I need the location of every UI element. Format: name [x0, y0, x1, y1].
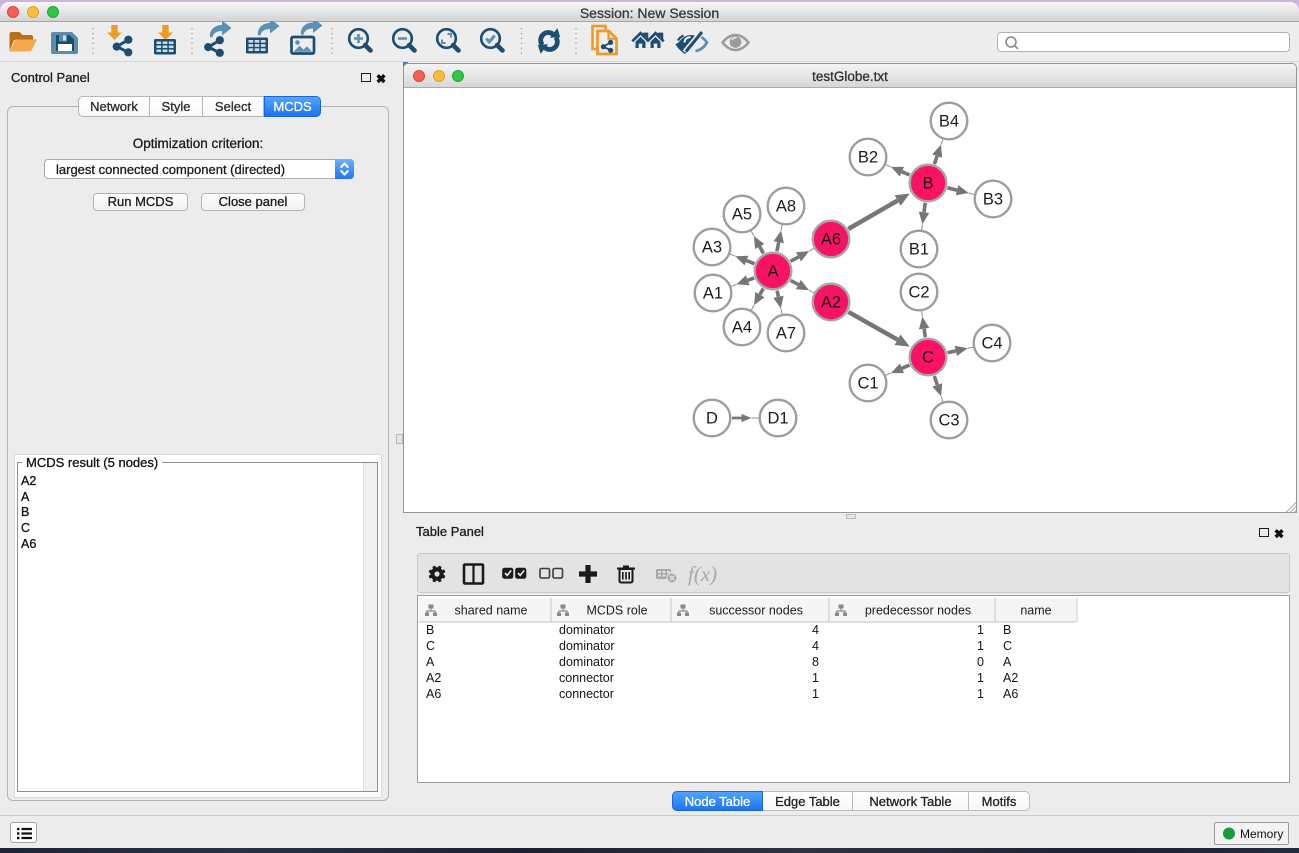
svg-text:connector: connector [559, 687, 614, 701]
svg-text:4: 4 [812, 639, 819, 653]
svg-text:A6: A6 [821, 231, 841, 249]
svg-text:A: A [1003, 655, 1012, 669]
svg-text:C: C [426, 639, 435, 653]
svg-text:C: C [1003, 639, 1012, 653]
svg-text:0: 0 [977, 655, 984, 669]
svg-text:Memory: Memory [1240, 827, 1283, 841]
svg-text:D: D [706, 410, 718, 428]
svg-text:B: B [922, 175, 933, 193]
svg-text:A8: A8 [776, 198, 796, 216]
svg-text:B4: B4 [939, 113, 959, 131]
svg-text:MCDS role: MCDS role [586, 604, 647, 618]
svg-text:1: 1 [812, 687, 819, 701]
svg-text:dominator: dominator [559, 655, 615, 669]
svg-text:C3: C3 [938, 412, 959, 430]
svg-text:A2: A2 [426, 671, 441, 685]
svg-text:connector: connector [559, 671, 614, 685]
svg-text:A2: A2 [821, 294, 841, 312]
svg-text:A3: A3 [702, 239, 722, 257]
svg-text:1: 1 [977, 687, 984, 701]
svg-text:A1: A1 [703, 285, 723, 303]
svg-text:A2: A2 [1003, 671, 1018, 685]
svg-text:A: A [426, 655, 435, 669]
svg-text:B2: B2 [858, 149, 878, 167]
svg-text:C2: C2 [908, 284, 929, 302]
svg-text:8: 8 [812, 655, 819, 669]
svg-text:1: 1 [812, 671, 819, 685]
svg-text:C: C [922, 349, 934, 367]
svg-text:4: 4 [812, 623, 819, 637]
svg-text:C4: C4 [981, 335, 1002, 353]
svg-text:dominator: dominator [559, 623, 615, 637]
svg-text:dominator: dominator [559, 639, 615, 653]
svg-text:A5: A5 [732, 206, 752, 224]
svg-text:B3: B3 [983, 191, 1003, 209]
svg-text:B: B [1003, 623, 1011, 637]
svg-text:C1: C1 [857, 375, 878, 393]
svg-text:B1: B1 [909, 241, 929, 259]
svg-text:predecessor nodes: predecessor nodes [865, 604, 971, 618]
svg-text:A7: A7 [776, 325, 796, 343]
svg-text:A6: A6 [1003, 687, 1018, 701]
svg-text:A: A [767, 263, 778, 281]
svg-text:B: B [426, 623, 434, 637]
svg-text:D1: D1 [767, 410, 788, 428]
svg-text:1: 1 [977, 671, 984, 685]
svg-text:f(x): f(x) [688, 562, 717, 586]
svg-text:1: 1 [977, 639, 984, 653]
svg-text:A6: A6 [426, 687, 441, 701]
svg-text:shared name: shared name [455, 604, 528, 618]
svg-text:successor nodes: successor nodes [709, 604, 803, 618]
svg-text:1: 1 [977, 623, 984, 637]
svg-text:A4: A4 [732, 319, 752, 337]
svg-text:name: name [1020, 604, 1051, 618]
